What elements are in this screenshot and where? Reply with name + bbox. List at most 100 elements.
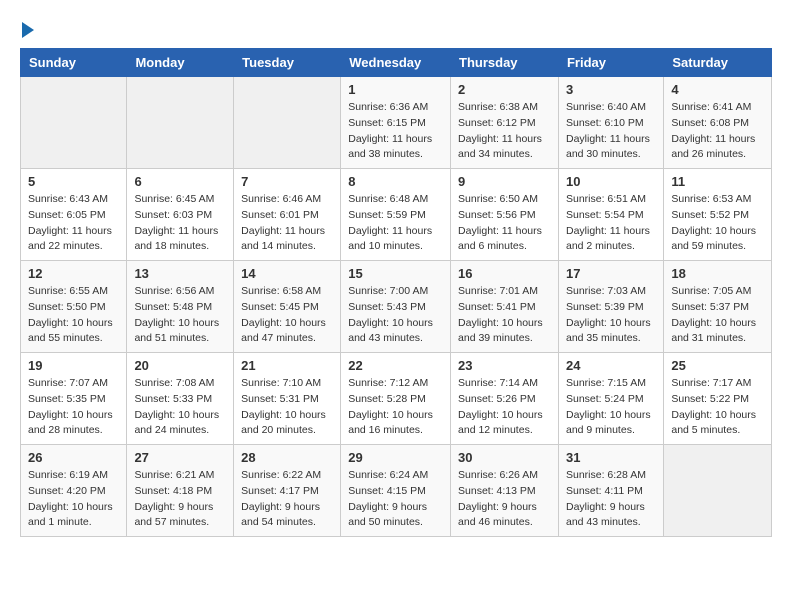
day-info: Sunrise: 6:36 AMSunset: 6:15 PMDaylight:…	[348, 100, 443, 163]
calendar-week-row: 19 Sunrise: 7:07 AMSunset: 5:35 PMDayligh…	[21, 353, 772, 445]
calendar-cell: 24 Sunrise: 7:15 AMSunset: 5:24 PMDayligh…	[558, 353, 663, 445]
day-number: 3	[566, 82, 656, 97]
day-info: Sunrise: 7:07 AMSunset: 5:35 PMDaylight:…	[28, 376, 119, 439]
day-info: Sunrise: 7:12 AMSunset: 5:28 PMDaylight:…	[348, 376, 443, 439]
calendar-cell: 15 Sunrise: 7:00 AMSunset: 5:43 PMDayligh…	[341, 261, 451, 353]
calendar-cell: 28 Sunrise: 6:22 AMSunset: 4:17 PMDayligh…	[234, 445, 341, 537]
calendar-cell: 18Sunrise: 7:05 AMSunset: 5:37 PMDayligh…	[664, 261, 772, 353]
weekday-header-tuesday: Tuesday	[234, 49, 341, 77]
day-info: Sunrise: 7:00 AMSunset: 5:43 PMDaylight:…	[348, 284, 443, 347]
day-info: Sunrise: 6:50 AMSunset: 5:56 PMDaylight:…	[458, 192, 551, 255]
calendar-cell: 16 Sunrise: 7:01 AMSunset: 5:41 PMDayligh…	[451, 261, 559, 353]
day-info: Sunrise: 6:43 AMSunset: 6:05 PMDaylight:…	[28, 192, 119, 255]
calendar-cell: 14 Sunrise: 6:58 AMSunset: 5:45 PMDayligh…	[234, 261, 341, 353]
calendar-week-row: 1 Sunrise: 6:36 AMSunset: 6:15 PMDaylight…	[21, 77, 772, 169]
calendar-cell: 9 Sunrise: 6:50 AMSunset: 5:56 PMDaylight…	[451, 169, 559, 261]
day-info: Sunrise: 6:26 AMSunset: 4:13 PMDaylight:…	[458, 468, 551, 531]
day-info: Sunrise: 6:22 AMSunset: 4:17 PMDaylight:…	[241, 468, 333, 531]
day-info: Sunrise: 7:08 AMSunset: 5:33 PMDaylight:…	[134, 376, 226, 439]
day-info: Sunrise: 6:19 AMSunset: 4:20 PMDaylight:…	[28, 468, 119, 531]
calendar-cell: 23 Sunrise: 7:14 AMSunset: 5:26 PMDayligh…	[451, 353, 559, 445]
day-info: Sunrise: 6:46 AMSunset: 6:01 PMDaylight:…	[241, 192, 333, 255]
calendar-cell: 4Sunrise: 6:41 AMSunset: 6:08 PMDaylight…	[664, 77, 772, 169]
calendar-cell: 13 Sunrise: 6:56 AMSunset: 5:48 PMDayligh…	[127, 261, 234, 353]
calendar-week-row: 26 Sunrise: 6:19 AMSunset: 4:20 PMDayligh…	[21, 445, 772, 537]
logo	[20, 20, 34, 38]
day-info: Sunrise: 6:58 AMSunset: 5:45 PMDaylight:…	[241, 284, 333, 347]
day-number: 5	[28, 174, 119, 189]
day-number: 6	[134, 174, 226, 189]
day-number: 2	[458, 82, 551, 97]
weekday-header-wednesday: Wednesday	[341, 49, 451, 77]
day-number: 29	[348, 450, 443, 465]
calendar-table: SundayMondayTuesdayWednesdayThursdayFrid…	[20, 48, 772, 537]
calendar-cell	[664, 445, 772, 537]
day-info: Sunrise: 7:14 AMSunset: 5:26 PMDaylight:…	[458, 376, 551, 439]
calendar-week-row: 5 Sunrise: 6:43 AMSunset: 6:05 PMDaylight…	[21, 169, 772, 261]
calendar-cell: 17 Sunrise: 7:03 AMSunset: 5:39 PMDayligh…	[558, 261, 663, 353]
day-number: 9	[458, 174, 551, 189]
day-number: 28	[241, 450, 333, 465]
day-number: 8	[348, 174, 443, 189]
calendar-cell: 11 Sunrise: 6:53 AMSunset: 5:52 PMDayligh…	[664, 169, 772, 261]
calendar-cell: 20 Sunrise: 7:08 AMSunset: 5:33 PMDayligh…	[127, 353, 234, 445]
calendar-cell: 8 Sunrise: 6:48 AMSunset: 5:59 PMDaylight…	[341, 169, 451, 261]
day-number: 14	[241, 266, 333, 281]
day-info: Sunrise: 7:10 AMSunset: 5:31 PMDaylight:…	[241, 376, 333, 439]
day-number: 1	[348, 82, 443, 97]
day-info: Sunrise: 6:38 AMSunset: 6:12 PMDaylight:…	[458, 100, 551, 163]
day-number: 13	[134, 266, 226, 281]
calendar-cell	[127, 77, 234, 169]
calendar-cell: 29 Sunrise: 6:24 AMSunset: 4:15 PMDayligh…	[341, 445, 451, 537]
day-number: 15	[348, 266, 443, 281]
calendar-cell: 31 Sunrise: 6:28 AMSunset: 4:11 PMDayligh…	[558, 445, 663, 537]
calendar-cell	[234, 77, 341, 169]
calendar-cell	[21, 77, 127, 169]
day-info: Sunrise: 6:21 AMSunset: 4:18 PMDaylight:…	[134, 468, 226, 531]
day-number: 7	[241, 174, 333, 189]
calendar-cell: 2 Sunrise: 6:38 AMSunset: 6:12 PMDaylight…	[451, 77, 559, 169]
calendar-cell: 26 Sunrise: 6:19 AMSunset: 4:20 PMDayligh…	[21, 445, 127, 537]
day-number: 25	[671, 358, 764, 373]
day-info: Sunrise: 6:28 AMSunset: 4:11 PMDaylight:…	[566, 468, 656, 531]
calendar-cell: 7 Sunrise: 6:46 AMSunset: 6:01 PMDaylight…	[234, 169, 341, 261]
weekday-header-monday: Monday	[127, 49, 234, 77]
day-number: 24	[566, 358, 656, 373]
weekday-header-thursday: Thursday	[451, 49, 559, 77]
day-info: Sunrise: 6:53 AMSunset: 5:52 PMDaylight:…	[671, 192, 764, 255]
day-info: Sunrise: 7:01 AMSunset: 5:41 PMDaylight:…	[458, 284, 551, 347]
day-info: Sunrise: 6:51 AMSunset: 5:54 PMDaylight:…	[566, 192, 656, 255]
day-number: 4	[671, 82, 764, 97]
day-info: Sunrise: 6:48 AMSunset: 5:59 PMDaylight:…	[348, 192, 443, 255]
calendar-cell: 25Sunrise: 7:17 AMSunset: 5:22 PMDayligh…	[664, 353, 772, 445]
weekday-header-row: SundayMondayTuesdayWednesdayThursdayFrid…	[21, 49, 772, 77]
weekday-header-sunday: Sunday	[21, 49, 127, 77]
day-number: 12	[28, 266, 119, 281]
day-number: 20	[134, 358, 226, 373]
day-number: 10	[566, 174, 656, 189]
calendar-cell: 12Sunrise: 6:55 AMSunset: 5:50 PMDayligh…	[21, 261, 127, 353]
day-info: Sunrise: 6:40 AMSunset: 6:10 PMDaylight:…	[566, 100, 656, 163]
calendar-cell: 3 Sunrise: 6:40 AMSunset: 6:10 PMDaylight…	[558, 77, 663, 169]
calendar-cell: 27 Sunrise: 6:21 AMSunset: 4:18 PMDayligh…	[127, 445, 234, 537]
day-number: 26	[28, 450, 119, 465]
day-number: 16	[458, 266, 551, 281]
day-number: 23	[458, 358, 551, 373]
calendar-cell: 10 Sunrise: 6:51 AMSunset: 5:54 PMDayligh…	[558, 169, 663, 261]
day-number: 17	[566, 266, 656, 281]
day-info: Sunrise: 7:15 AMSunset: 5:24 PMDaylight:…	[566, 376, 656, 439]
day-info: Sunrise: 6:56 AMSunset: 5:48 PMDaylight:…	[134, 284, 226, 347]
day-info: Sunrise: 6:45 AMSunset: 6:03 PMDaylight:…	[134, 192, 226, 255]
day-number: 11	[671, 174, 764, 189]
calendar-cell: 1 Sunrise: 6:36 AMSunset: 6:15 PMDaylight…	[341, 77, 451, 169]
page-header	[20, 20, 772, 38]
calendar-cell: 6 Sunrise: 6:45 AMSunset: 6:03 PMDaylight…	[127, 169, 234, 261]
day-info: Sunrise: 6:24 AMSunset: 4:15 PMDaylight:…	[348, 468, 443, 531]
day-number: 31	[566, 450, 656, 465]
calendar-cell: 22 Sunrise: 7:12 AMSunset: 5:28 PMDayligh…	[341, 353, 451, 445]
weekday-header-saturday: Saturday	[664, 49, 772, 77]
day-number: 22	[348, 358, 443, 373]
day-number: 27	[134, 450, 226, 465]
day-number: 19	[28, 358, 119, 373]
day-info: Sunrise: 7:03 AMSunset: 5:39 PMDaylight:…	[566, 284, 656, 347]
